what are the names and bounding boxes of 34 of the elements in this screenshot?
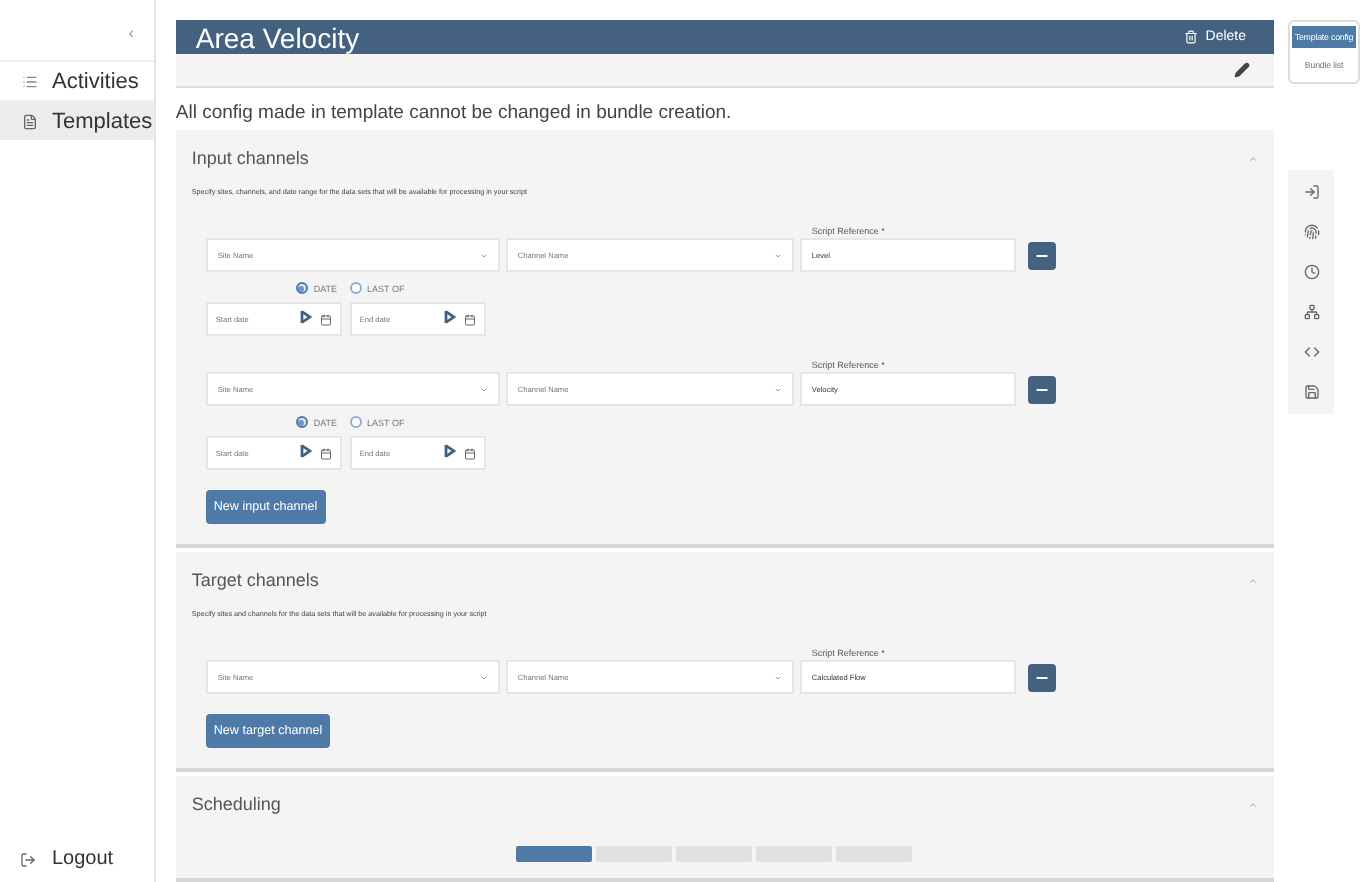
trash-icon bbox=[1183, 30, 1198, 45]
list-icon bbox=[22, 73, 38, 89]
edit-icon[interactable] bbox=[1234, 62, 1250, 79]
clock-icon[interactable] bbox=[1303, 264, 1319, 280]
input-icon[interactable] bbox=[1303, 184, 1319, 200]
section-title: Input channels bbox=[191, 148, 309, 168]
calendar-icon[interactable] bbox=[463, 313, 476, 325]
remove-button[interactable] bbox=[1027, 663, 1056, 691]
sidebar-item[interactable]: Templates bbox=[0, 100, 154, 140]
code-icon[interactable] bbox=[1303, 344, 1319, 360]
radio-button[interactable] bbox=[349, 416, 362, 428]
remove-button[interactable] bbox=[1027, 375, 1056, 403]
calendar-icon[interactable] bbox=[319, 447, 332, 459]
fingerprint-icon[interactable] bbox=[1303, 224, 1319, 240]
collapse-button[interactable]: ‹ bbox=[128, 24, 134, 60]
section-title: Target channels bbox=[191, 570, 319, 590]
document-icon bbox=[22, 113, 38, 129]
calendar-icon[interactable] bbox=[319, 313, 332, 325]
radio-button[interactable] bbox=[349, 282, 362, 294]
play-icon[interactable] bbox=[299, 310, 312, 328]
play-icon[interactable] bbox=[443, 444, 456, 462]
save-icon[interactable] bbox=[1303, 384, 1319, 400]
section-title: Scheduling bbox=[191, 794, 281, 814]
logout-icon bbox=[20, 851, 36, 867]
tree-icon[interactable] bbox=[1303, 304, 1319, 320]
calendar-icon[interactable] bbox=[463, 447, 476, 459]
page-title: Area Velocity bbox=[195, 21, 360, 54]
play-icon[interactable] bbox=[443, 310, 456, 328]
play-icon[interactable] bbox=[299, 444, 312, 462]
remove-button[interactable] bbox=[1027, 241, 1056, 269]
radio-button[interactable] bbox=[295, 416, 308, 428]
radio-button[interactable] bbox=[295, 282, 308, 294]
logout-link[interactable]: Logout bbox=[0, 848, 154, 882]
notice-text: All config made in template cannot be changed in bundle creation. bbox=[175, 100, 734, 126]
